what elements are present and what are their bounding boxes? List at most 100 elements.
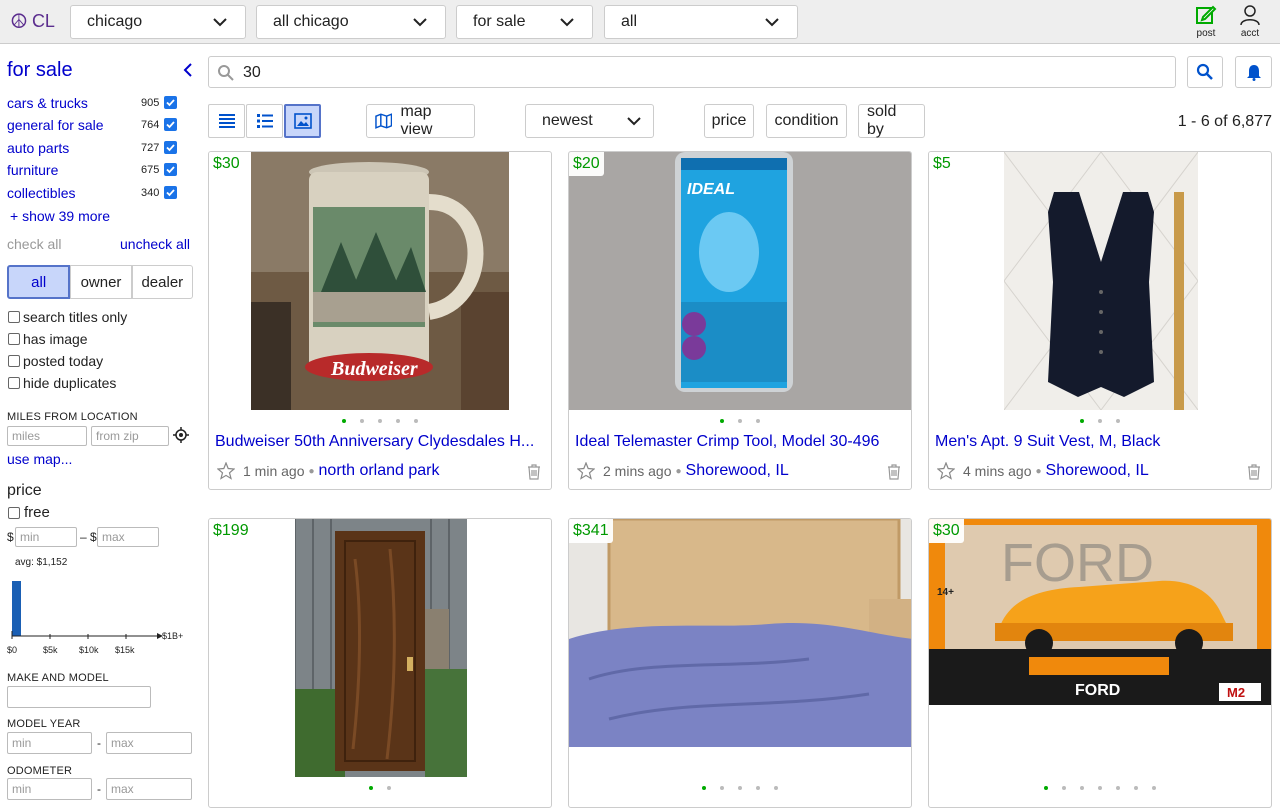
category-select[interactable]: all (604, 5, 798, 39)
checkbox[interactable] (8, 311, 20, 323)
image-carousel-dots[interactable] (209, 419, 551, 423)
listing-price: $5 (929, 152, 955, 176)
check-all-link[interactable]: check all (7, 236, 61, 252)
condition-filter-button[interactable]: condition (766, 104, 847, 138)
listing-image[interactable] (569, 519, 912, 747)
area-select[interactable]: all chicago (256, 5, 446, 39)
locate-icon[interactable] (173, 427, 189, 443)
trash-icon[interactable] (527, 464, 541, 480)
odometer-min-input[interactable]: min (7, 778, 92, 800)
image-carousel-dots[interactable] (929, 419, 1271, 423)
chevron-down-icon (213, 18, 227, 27)
listing-location[interactable]: Shorewood, IL (686, 462, 789, 480)
map-view-label: map view (400, 103, 433, 138)
star-icon[interactable] (217, 462, 235, 480)
category-furniture[interactable]: furniture 675 (7, 162, 177, 178)
category-checkbox[interactable] (164, 141, 177, 154)
free-label: free (24, 504, 50, 521)
craigslist-logo[interactable]: ☮ CL (10, 11, 55, 32)
miles-input[interactable]: miles (7, 426, 87, 446)
free-option[interactable]: free (8, 504, 50, 521)
listing-card[interactable]: $341 (568, 518, 912, 808)
image-icon (293, 113, 312, 129)
make-model-input[interactable] (7, 686, 151, 708)
odometer-max-input[interactable]: max (106, 778, 192, 800)
account-button[interactable]: acct (1230, 4, 1270, 39)
category-general-for-sale[interactable]: general for sale 764 (7, 117, 177, 133)
category-auto-parts[interactable]: auto parts 727 (7, 140, 177, 156)
list-icon (218, 114, 235, 128)
category-checkbox[interactable] (164, 186, 177, 199)
listing-card[interactable]: $5 Men's Apt. 9 Suit Vest, M, Black 4 mi… (928, 151, 1272, 490)
listing-card[interactable]: IDEAL $20 Ideal Telemaster Crimp Tool, M… (568, 151, 912, 490)
category-checkbox[interactable] (164, 96, 177, 109)
posted-time: 1 min ago (243, 463, 305, 479)
seller-owner-button[interactable]: owner (70, 265, 132, 299)
listing-image[interactable]: IDEAL (569, 152, 912, 410)
checkbox[interactable] (8, 355, 20, 367)
use-map-link[interactable]: use map... (7, 451, 72, 467)
image-carousel-dots[interactable] (569, 786, 911, 790)
image-carousel-dots[interactable] (569, 419, 911, 423)
model-year-max-input[interactable]: max (106, 732, 192, 754)
seller-dealer-button[interactable]: dealer (131, 265, 193, 299)
make-model-label: MAKE AND MODEL (7, 672, 109, 684)
price-filter-button[interactable]: price (704, 104, 754, 138)
search-button[interactable] (1187, 56, 1223, 88)
chevron-left-icon[interactable] (180, 61, 196, 79)
category-collectibles[interactable]: collectibles 340 (7, 185, 177, 201)
trash-icon[interactable] (887, 464, 901, 480)
search-input[interactable]: 30 (208, 56, 1176, 88)
gallery-view-button[interactable] (284, 104, 321, 138)
preview-view-button[interactable] (246, 104, 283, 138)
price-min-input[interactable]: min (15, 527, 77, 547)
checkbox[interactable] (8, 506, 20, 519)
uncheck-all-link[interactable]: uncheck all (120, 236, 190, 252)
map-view-button[interactable]: map view (366, 103, 475, 138)
listing-image[interactable] (295, 519, 467, 777)
save-search-alert-button[interactable] (1235, 56, 1272, 88)
average-price-label: avg: $1,152 (15, 557, 68, 568)
price-max-input[interactable]: max (97, 527, 159, 547)
listing-card[interactable]: FORD FORD 14+ M2 $30 (928, 518, 1272, 808)
listing-location[interactable]: Shorewood, IL (1046, 462, 1149, 480)
listing-image[interactable] (1004, 152, 1198, 410)
checkbox[interactable] (8, 377, 20, 389)
sort-select[interactable]: newest (525, 104, 654, 138)
seller-all-button[interactable]: all (7, 265, 71, 299)
trash-icon[interactable] (1247, 464, 1261, 480)
post-icon (1196, 5, 1217, 24)
category-checkbox[interactable] (164, 163, 177, 176)
list-view-button[interactable] (208, 104, 245, 138)
category-checkbox[interactable] (164, 118, 177, 131)
city-select[interactable]: chicago (70, 5, 246, 39)
star-icon[interactable] (937, 462, 955, 480)
miles-from-location-label: MILES FROM LOCATION (7, 411, 138, 423)
image-carousel-dots[interactable] (209, 786, 551, 790)
posted-today-option[interactable]: posted today (8, 353, 103, 369)
hide-duplicates-option[interactable]: hide duplicates (8, 375, 116, 391)
listing-card[interactable]: Budweiser $30 Budweiser 50th Anniversary… (208, 151, 552, 490)
listing-location[interactable]: north orland park (319, 462, 440, 480)
zip-input[interactable]: from zip (91, 426, 169, 446)
listing-image[interactable]: FORD FORD 14+ M2 (929, 519, 1272, 705)
section-select[interactable]: for sale (456, 5, 593, 39)
has-image-option[interactable]: has image (8, 331, 88, 347)
checkbox[interactable] (8, 333, 20, 345)
search-titles-only-option[interactable]: search titles only (8, 309, 127, 325)
star-icon[interactable] (577, 462, 595, 480)
listing-title[interactable]: Budweiser 50th Anniversary Clydesdales H… (215, 433, 545, 451)
model-year-min-input[interactable]: min (7, 732, 92, 754)
show-more-link[interactable]: + show 39 more (10, 208, 110, 224)
image-text: FORD (1075, 682, 1120, 699)
listing-image[interactable]: Budweiser (251, 152, 509, 410)
listing-title[interactable]: Men's Apt. 9 Suit Vest, M, Black (935, 433, 1265, 451)
histogram-tick: $1B+ (162, 631, 183, 641)
listing-card[interactable]: $199 (208, 518, 552, 808)
category-cars-trucks[interactable]: cars & trucks 905 (7, 95, 177, 111)
post-button[interactable]: post (1186, 4, 1226, 39)
price-histogram[interactable]: $0 $5k $10k $15k $1B+ (7, 573, 197, 663)
sold-by-filter-button[interactable]: sold by (858, 103, 925, 138)
listing-title[interactable]: Ideal Telemaster Crimp Tool, Model 30-49… (575, 433, 905, 451)
image-carousel-dots[interactable] (929, 786, 1271, 790)
